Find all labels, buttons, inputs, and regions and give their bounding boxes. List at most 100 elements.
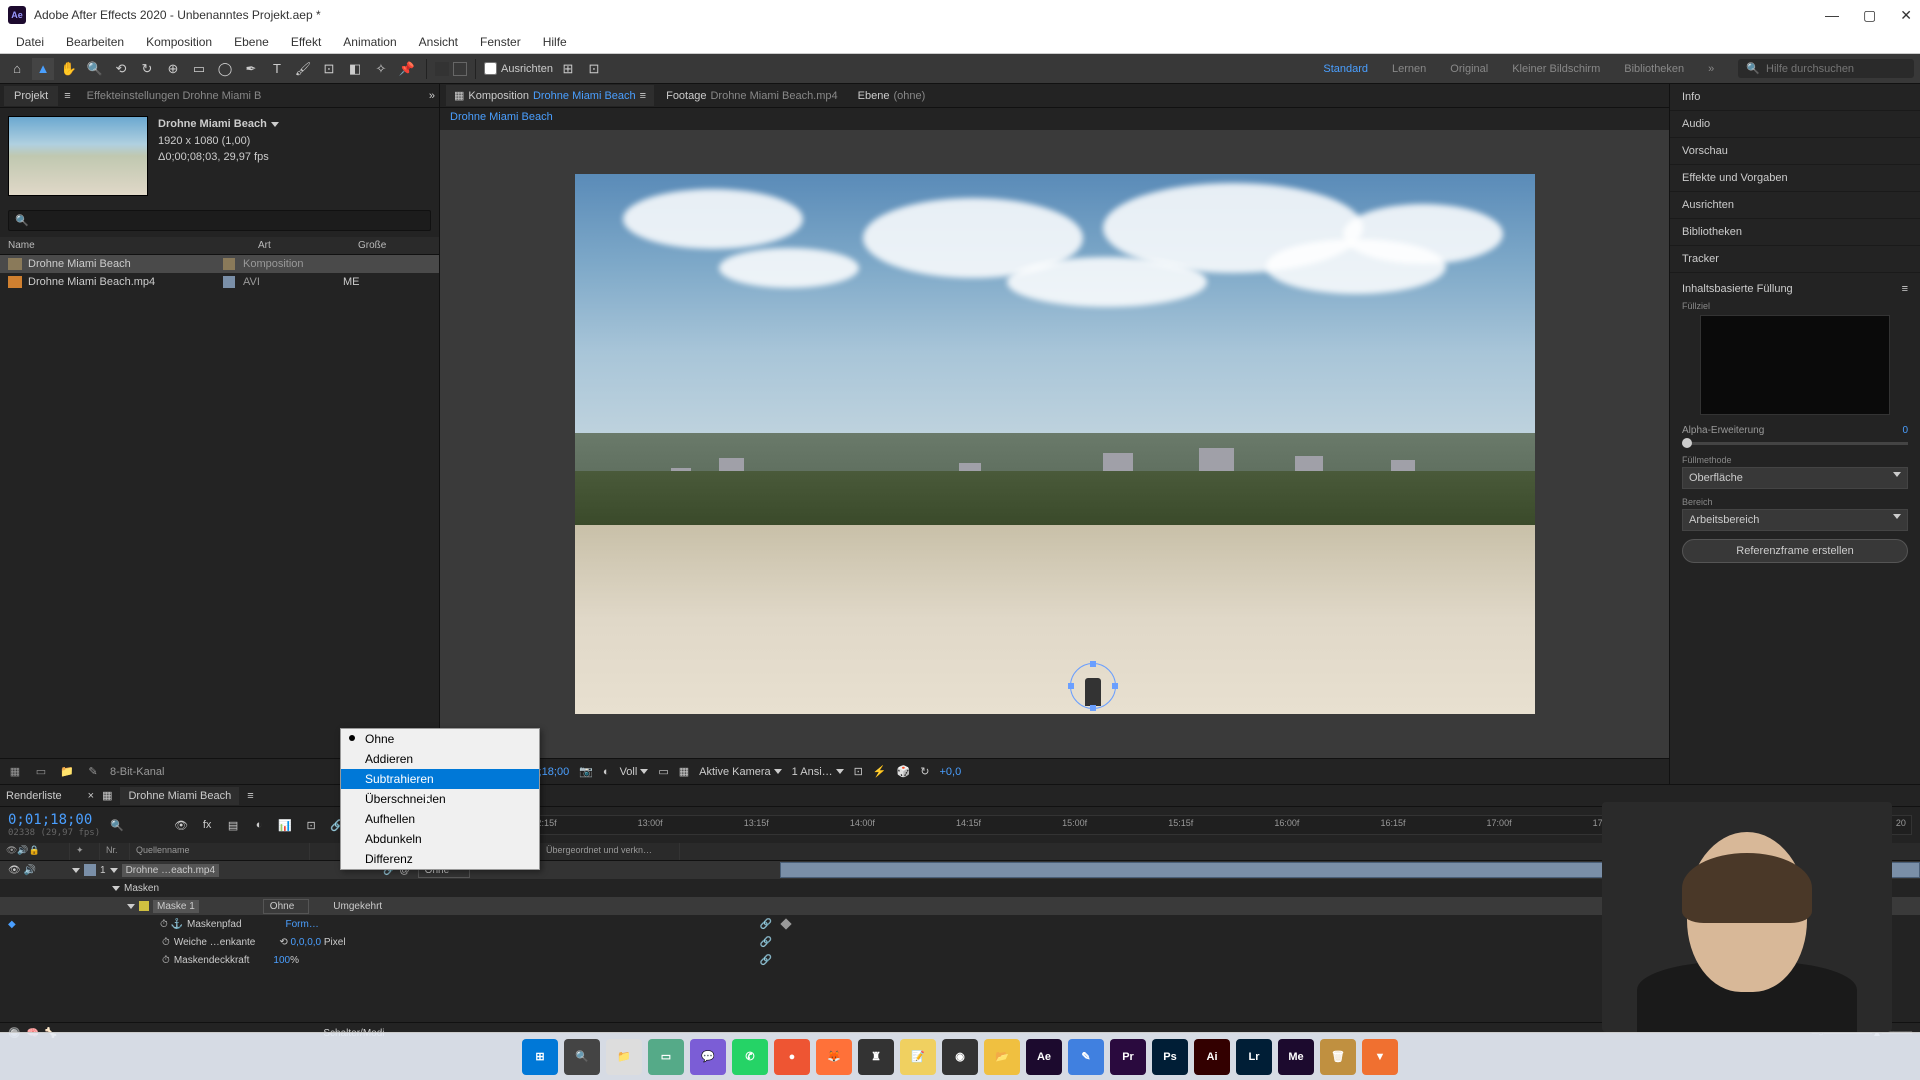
taskbar-task[interactable]: ▭: [648, 1039, 684, 1075]
taskbar-note[interactable]: 📝: [900, 1039, 936, 1075]
channel-icon[interactable]: ◐: [603, 766, 610, 778]
camera-dropdown[interactable]: Aktive Kamera: [699, 766, 782, 778]
workspace-learn[interactable]: Lernen: [1392, 63, 1426, 75]
panel-align[interactable]: Ausrichten: [1670, 192, 1920, 219]
tab-menu-icon[interactable]: ≡: [64, 90, 70, 102]
align-checkbox[interactable]: [484, 62, 497, 75]
menu-layer[interactable]: Ebene: [224, 32, 279, 52]
anchor-tool[interactable]: ⊕: [162, 58, 184, 80]
comp-thumbnail[interactable]: [8, 116, 148, 196]
taskbar-explorer[interactable]: 📁: [606, 1039, 642, 1075]
fx-icon[interactable]: fx: [196, 814, 218, 836]
mask-ellipse-selection[interactable]: [1070, 663, 1116, 709]
range-dropdown[interactable]: Arbeitsbereich: [1682, 509, 1908, 531]
exposure-value[interactable]: +0,0: [939, 766, 961, 778]
taskbar-search[interactable]: 🔍: [564, 1039, 600, 1075]
taskbar-app3[interactable]: ✎: [1068, 1039, 1104, 1075]
dropdown-item-intersect[interactable]: Überschneiden: [341, 789, 539, 809]
comp-dropdown-icon[interactable]: [271, 122, 279, 127]
brush-tool[interactable]: 🖌: [292, 58, 314, 80]
taskbar-ps[interactable]: Ps: [1152, 1039, 1188, 1075]
workspace-standard[interactable]: Standard: [1323, 63, 1368, 75]
close-tab-icon[interactable]: ×: [88, 790, 94, 802]
menu-effect[interactable]: Effekt: [281, 32, 331, 52]
panel-expand-icon[interactable]: »: [429, 90, 435, 102]
dropdown-item-lighten[interactable]: Aufhellen: [341, 809, 539, 829]
taskbar-app4[interactable]: 🗑: [1320, 1039, 1356, 1075]
col-header-name[interactable]: Name: [8, 240, 238, 251]
puppet-tool[interactable]: 📌: [396, 58, 418, 80]
transparency-icon[interactable]: ▦: [679, 765, 689, 778]
taskbar-ai[interactable]: Ai: [1194, 1039, 1230, 1075]
home-tool[interactable]: ⌂: [6, 58, 28, 80]
video-frame[interactable]: [575, 174, 1535, 714]
project-item-comp[interactable]: Drohne Miami Beach Komposition: [0, 255, 439, 273]
ellipse-tool[interactable]: ◯: [214, 58, 236, 80]
tab-effect-controls[interactable]: Effekteinstellungen Drohne Miami B: [77, 86, 272, 106]
taskbar-obs[interactable]: ◉: [942, 1039, 978, 1075]
taskbar-firefox[interactable]: 🦊: [816, 1039, 852, 1075]
taskbar-chat[interactable]: 💬: [690, 1039, 726, 1075]
interpret-footage-icon[interactable]: ▦: [6, 763, 24, 781]
rotate-tool[interactable]: ↻: [136, 58, 158, 80]
tab-layer[interactable]: Ebene (ohne): [850, 86, 934, 106]
project-search-input[interactable]: 🔍: [8, 210, 431, 231]
help-search-input[interactable]: [1766, 63, 1906, 75]
selection-tool[interactable]: ▲: [32, 58, 54, 80]
roto-tool[interactable]: ✧: [370, 58, 392, 80]
snapshot-icon[interactable]: 📷: [579, 765, 593, 778]
orbit-tool[interactable]: ⟲: [110, 58, 132, 80]
taskbar-windows[interactable]: ⊞: [522, 1039, 558, 1075]
dropdown-item-darken[interactable]: Abdunkeln: [341, 829, 539, 849]
workspace-original[interactable]: Original: [1450, 63, 1488, 75]
menu-composition[interactable]: Komposition: [136, 32, 222, 52]
new-folder-icon[interactable]: 📁: [58, 763, 76, 781]
menu-help[interactable]: Hilfe: [533, 32, 577, 52]
menu-animation[interactable]: Animation: [333, 32, 406, 52]
3d-icon[interactable]: 🎲: [897, 765, 911, 778]
taskbar-folder[interactable]: 📂: [984, 1039, 1020, 1075]
pen-tool[interactable]: ✒: [240, 58, 262, 80]
close-button[interactable]: ✕: [1900, 7, 1912, 24]
snap-icon[interactable]: ⊞: [557, 58, 579, 80]
new-comp-icon[interactable]: ▭: [32, 763, 50, 781]
views-dropdown[interactable]: 1 Ansi…: [792, 766, 844, 778]
timeline-search[interactable]: 🔍: [110, 819, 140, 832]
panel-libraries[interactable]: Bibliotheken: [1670, 219, 1920, 246]
roi-icon[interactable]: ▭: [658, 765, 668, 778]
taskbar-whatsapp[interactable]: ✆: [732, 1039, 768, 1075]
comp-viewer[interactable]: [440, 130, 1669, 758]
tab-timeline-comp[interactable]: Drohne Miami Beach: [120, 787, 239, 805]
stamp-tool[interactable]: ⊡: [318, 58, 340, 80]
dropdown-item-subtract[interactable]: Subtrahieren: [341, 769, 539, 789]
panel-effects[interactable]: Effekte und Vorgaben: [1670, 165, 1920, 192]
adjust-icon[interactable]: ✎: [84, 763, 102, 781]
taskbar-pr[interactable]: Pr: [1110, 1039, 1146, 1075]
menu-view[interactable]: Ansicht: [409, 32, 468, 52]
text-tool[interactable]: T: [266, 58, 288, 80]
panel-audio[interactable]: Audio: [1670, 111, 1920, 138]
tab-project[interactable]: Projekt: [4, 86, 58, 106]
taskbar-app2[interactable]: ♜: [858, 1039, 894, 1075]
fast-preview-icon[interactable]: ⚡: [873, 765, 887, 778]
shy-icon[interactable]: 👁: [170, 814, 192, 836]
workspace-small[interactable]: Kleiner Bildschirm: [1512, 63, 1600, 75]
col-header-type[interactable]: Art: [258, 240, 358, 251]
taskbar-lr[interactable]: Lr: [1236, 1039, 1272, 1075]
taskbar-app5[interactable]: ▼: [1362, 1039, 1398, 1075]
alpha-value[interactable]: 0: [1902, 425, 1908, 436]
panel-preview[interactable]: Vorschau: [1670, 138, 1920, 165]
menu-file[interactable]: Datei: [6, 32, 54, 52]
project-item-footage[interactable]: Drohne Miami Beach.mp4 AVI ME: [0, 273, 439, 291]
eraser-tool[interactable]: ◧: [344, 58, 366, 80]
draft3d-icon[interactable]: ⊡: [300, 814, 322, 836]
menu-edit[interactable]: Bearbeiten: [56, 32, 134, 52]
zoom-tool[interactable]: 🔍: [84, 58, 106, 80]
resolution-dropdown[interactable]: Voll: [620, 766, 649, 778]
frame-blend-icon[interactable]: ▤: [222, 814, 244, 836]
current-time[interactable]: 0;01;18;00: [8, 812, 100, 828]
graph-icon[interactable]: 📊: [274, 814, 296, 836]
dropdown-item-none[interactable]: Ohne: [341, 729, 539, 749]
fill-swatch[interactable]: [435, 62, 449, 76]
hand-tool[interactable]: ✋: [58, 58, 80, 80]
